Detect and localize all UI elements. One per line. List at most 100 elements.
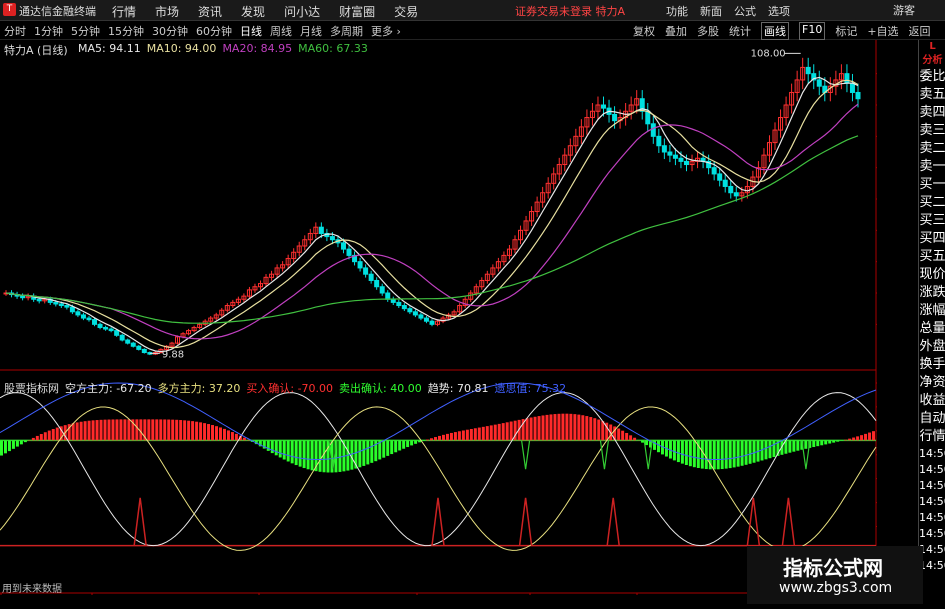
- quote-side-panel: L 分析 委比 卖五 卖四 卖三 卖二 卖一 买一 买二 买三 买四 买五 现价 涨跌 涨幅 总量 外盘 换手 净资收…: [918, 40, 945, 595]
- panel-item[interactable]: 买五: [919, 248, 945, 266]
- period-tab-10[interactable]: 更多 ›: [371, 23, 401, 39]
- histogram-bar: [569, 413, 573, 441]
- tool-button-6[interactable]: 标记: [835, 23, 857, 40]
- panel-item[interactable]: 卖二: [919, 140, 945, 158]
- panel-item[interactable]: 买三: [919, 212, 945, 230]
- tool-button-2[interactable]: 多股: [697, 23, 719, 40]
- histogram-bar: [298, 440, 302, 467]
- panel-item[interactable]: 净资: [919, 374, 945, 392]
- histogram-bar: [593, 418, 597, 441]
- histogram-bar: [382, 440, 386, 458]
- histogram-bar: [79, 421, 83, 441]
- panel-item[interactable]: 14:50: [919, 478, 945, 494]
- panel-item[interactable]: 卖五: [919, 86, 945, 104]
- sell-signal-spike: [521, 440, 531, 470]
- panel-item[interactable]: 14:50: [919, 510, 945, 526]
- candle-body: [385, 292, 391, 300]
- histogram-bar: [175, 419, 179, 441]
- histogram-bar: [434, 437, 437, 441]
- histogram-bar: [163, 419, 167, 441]
- panel-item[interactable]: 14:50: [919, 462, 945, 478]
- sell-signal-spike: [643, 440, 653, 470]
- candle-body: [672, 154, 678, 159]
- histogram-bar: [179, 420, 183, 441]
- histogram-bar: [155, 419, 159, 441]
- panel-item[interactable]: 14:50: [919, 494, 945, 510]
- period-tab-8[interactable]: 月线: [300, 23, 322, 39]
- menu-item-1[interactable]: 市场: [155, 3, 179, 20]
- panel-item[interactable]: 委比: [919, 68, 945, 86]
- tool-button-4[interactable]: 画线: [761, 22, 789, 40]
- histogram-bar: [732, 440, 736, 468]
- tool-button-0[interactable]: 复权: [633, 23, 655, 40]
- price-chart[interactable]: 100.0090.0080.0070.0060.0050.0040.0030.0…: [0, 40, 877, 595]
- panel-item[interactable]: 买二: [919, 194, 945, 212]
- histogram-bar: [541, 415, 545, 441]
- period-tab-0[interactable]: 分时: [4, 23, 26, 39]
- period-tab-3[interactable]: 15分钟: [108, 23, 144, 39]
- panel-item[interactable]: 买四: [919, 230, 945, 248]
- indicator-legend-item: 遗思值: 75.32: [494, 382, 567, 395]
- panel-item[interactable]: 行情: [919, 428, 945, 446]
- period-tab-2[interactable]: 5分钟: [71, 23, 100, 39]
- title-bar: T 通达信金融终端 行情 市场 资讯 发现 问小达 财富圈 交易 证券交易未登录 特力A 功…: [0, 0, 945, 21]
- watermark-title: 指标公式网: [783, 556, 883, 580]
- tool-button-5[interactable]: F10: [799, 22, 826, 40]
- main-menu: 行情 市场 资讯 发现 问小达 财富圈 交易: [112, 3, 437, 20]
- candle-body: [429, 320, 435, 325]
- histogram-bar: [557, 413, 561, 441]
- panel-item[interactable]: 换手: [919, 356, 945, 374]
- right-menu-item-1[interactable]: 新面: [700, 3, 722, 19]
- histogram-bar: [139, 419, 143, 441]
- right-menu-item-2[interactable]: 公式: [734, 3, 756, 19]
- panel-item[interactable]: 14:50: [919, 526, 945, 542]
- panel-item[interactable]: 卖一: [919, 158, 945, 176]
- candle-body: [368, 273, 374, 281]
- menu-item-5[interactable]: 财富圈: [339, 3, 375, 20]
- period-tab-9[interactable]: 多周期: [330, 23, 363, 39]
- menu-item-2[interactable]: 资讯: [198, 3, 222, 20]
- guest-button[interactable]: 游客: [893, 2, 915, 18]
- panel-item[interactable]: 14:50: [919, 446, 945, 462]
- period-tabs: 分时 1分钟 5分钟 15分钟 30分钟 60分钟 日线 周线 月线 多周期 更多 ›: [4, 23, 409, 39]
- panel-item[interactable]: 涨幅: [919, 302, 945, 320]
- tool-button-7[interactable]: +自选: [867, 23, 898, 40]
- period-tab-4[interactable]: 30分钟: [152, 23, 188, 39]
- panel-item[interactable]: 涨跌: [919, 284, 945, 302]
- panel-item[interactable]: 卖四: [919, 104, 945, 122]
- histogram-bar: [410, 440, 414, 446]
- panel-item[interactable]: 现价: [919, 266, 945, 284]
- histogram-bar: [390, 440, 394, 455]
- menu-item-0[interactable]: 行情: [112, 3, 136, 20]
- period-tab-5[interactable]: 60分钟: [196, 23, 232, 39]
- panel-item[interactable]: 外盘: [919, 338, 945, 356]
- candle-body: [656, 135, 662, 147]
- candle-body: [20, 295, 26, 299]
- menu-item-4[interactable]: 问小达: [284, 3, 320, 20]
- tool-button-8[interactable]: 返回: [909, 23, 931, 40]
- right-menu-item-0[interactable]: 功能: [666, 3, 688, 19]
- tool-button-1[interactable]: 叠加: [665, 23, 687, 40]
- candle-body: [645, 110, 651, 125]
- period-tab-7[interactable]: 周线: [270, 23, 292, 39]
- right-menu-item-3[interactable]: 选项: [768, 3, 790, 19]
- histogram-bar: [752, 440, 756, 463]
- histogram-bar: [712, 440, 716, 470]
- candle-body: [601, 104, 607, 109]
- menu-item-3[interactable]: 发现: [241, 3, 265, 20]
- indicator-name: 股票指标网: [4, 382, 59, 395]
- panel-item[interactable]: 买一: [919, 176, 945, 194]
- candle-body: [728, 185, 734, 194]
- panel-item[interactable]: 卖三: [919, 122, 945, 140]
- tool-button-3[interactable]: 统计: [729, 23, 751, 40]
- candle-body: [816, 79, 822, 87]
- period-tab-1[interactable]: 1分钟: [34, 23, 63, 39]
- panel-item[interactable]: 自动: [919, 410, 945, 428]
- panel-item[interactable]: 总量: [919, 320, 945, 338]
- histogram-bar: [430, 438, 434, 441]
- candle-body: [412, 311, 418, 316]
- panel-item[interactable]: 收益: [919, 392, 945, 410]
- histogram-bar: [183, 420, 187, 441]
- menu-item-6[interactable]: 交易: [394, 3, 418, 20]
- period-tab-6[interactable]: 日线: [240, 23, 262, 39]
